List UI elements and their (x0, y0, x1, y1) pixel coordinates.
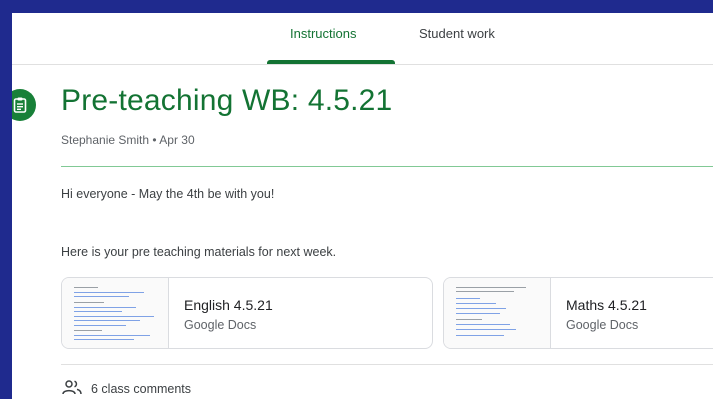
comments-divider (61, 364, 713, 365)
meta-separator: • (152, 133, 157, 147)
attachment-title: Maths 4.5.21 (566, 297, 647, 313)
instructions-line-2: Here is your pre teaching materials for … (61, 245, 337, 259)
assignment-title: Pre-teaching WB: 4.5.21 (61, 84, 393, 117)
attachment-card-maths[interactable]: Maths 4.5.21 Google Docs (443, 277, 713, 349)
author-name: Stephanie Smith (61, 133, 150, 147)
tab-instructions[interactable]: Instructions (290, 26, 356, 41)
active-tab-indicator (267, 60, 395, 64)
title-divider (61, 166, 713, 167)
attachment-card-english[interactable]: English 4.5.21 Google Docs (61, 277, 433, 349)
tab-student-work[interactable]: Student work (419, 26, 495, 41)
doc-thumbnail (62, 278, 169, 348)
assignment-meta: Stephanie Smith • Apr 30 (61, 133, 195, 147)
attachment-title: English 4.5.21 (184, 297, 273, 313)
post-date: Apr 30 (159, 133, 195, 147)
tab-bar: Instructions Student work (12, 13, 713, 65)
attachment-type: Google Docs (184, 318, 257, 332)
people-icon (61, 379, 83, 399)
assignment-icon (12, 89, 36, 121)
class-comments-label: 6 class comments (91, 382, 192, 396)
class-comments-link[interactable]: 6 class comments (61, 379, 191, 399)
screenshot-frame: Instructions Student work Pre-teaching W… (0, 0, 713, 399)
attachment-type: Google Docs (566, 318, 639, 332)
doc-thumbnail (444, 278, 551, 348)
classroom-assignment-panel: Instructions Student work Pre-teaching W… (12, 13, 713, 399)
instructions-line-1: Hi everyone - May the 4th be with you! (61, 187, 275, 201)
